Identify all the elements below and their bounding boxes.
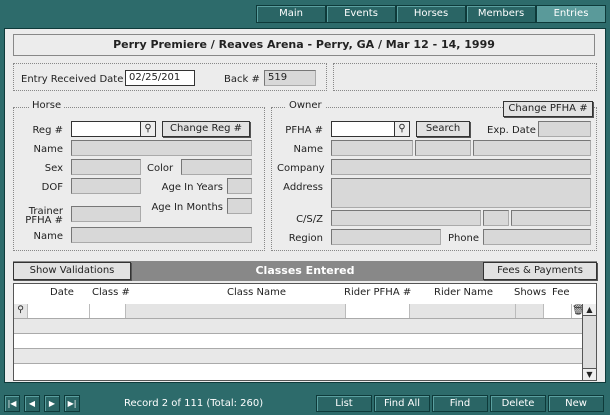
fees-payments-button[interactable]: Fees & Payments bbox=[483, 262, 597, 280]
reg-number-input[interactable] bbox=[71, 121, 141, 137]
record-status: Record 2 of 111 (Total: 260) bbox=[124, 398, 264, 409]
owner-pfha-label: PFHA # bbox=[285, 125, 323, 136]
horse-name-label: Name bbox=[33, 144, 63, 155]
region-field[interactable] bbox=[331, 229, 441, 245]
tab-main[interactable]: Main bbox=[256, 5, 326, 23]
tab-horses[interactable]: Horses bbox=[396, 5, 466, 23]
owner-last-name-field[interactable] bbox=[473, 140, 591, 156]
last-record-icon[interactable]: ▶| bbox=[64, 395, 80, 412]
table-row[interactable] bbox=[14, 364, 582, 380]
phone-field[interactable] bbox=[483, 229, 591, 245]
col-fee-header: Fee bbox=[552, 287, 570, 298]
next-record-icon[interactable]: ▶ bbox=[44, 395, 60, 412]
address-field[interactable] bbox=[331, 178, 591, 208]
col-class-name-header: Class Name bbox=[227, 287, 286, 298]
col-class-number-header: Class # bbox=[92, 287, 130, 298]
age-months-field[interactable] bbox=[227, 198, 252, 214]
date-cell[interactable] bbox=[28, 304, 90, 318]
table-row[interactable]: ⚲ 🗑 bbox=[14, 304, 585, 319]
top-nav-bar: Main Events Horses Members Entries bbox=[0, 0, 610, 26]
phone-label: Phone bbox=[448, 233, 479, 244]
trainer-name-label: Name bbox=[33, 231, 63, 242]
classes-header-bar: Show Validations Classes Entered Fees & … bbox=[13, 261, 597, 281]
exp-date-label: Exp. Date bbox=[487, 125, 536, 136]
find-all-button[interactable]: Find All bbox=[374, 395, 430, 412]
owner-search-icon[interactable]: ⚲ bbox=[394, 121, 410, 137]
table-row[interactable] bbox=[14, 334, 582, 349]
table-row[interactable] bbox=[14, 319, 582, 334]
age-months-label: Age In Months bbox=[151, 202, 223, 213]
company-field[interactable] bbox=[331, 159, 591, 175]
horse-legend: Horse bbox=[29, 100, 65, 111]
scroll-up-icon[interactable]: ▲ bbox=[583, 304, 596, 316]
new-button[interactable]: New bbox=[548, 395, 604, 412]
back-number-field[interactable]: 519 bbox=[264, 70, 316, 86]
grid-scrollbar[interactable]: ▲ ▼ bbox=[582, 304, 596, 380]
scroll-down-icon[interactable]: ▼ bbox=[583, 368, 596, 380]
owner-name-label: Name bbox=[293, 144, 323, 155]
owner-first-name-field[interactable] bbox=[331, 140, 413, 156]
row-search-icon[interactable]: ⚲ bbox=[14, 304, 28, 318]
change-reg-button[interactable]: Change Reg # bbox=[162, 121, 250, 137]
rider-pfha-cell[interactable] bbox=[346, 304, 410, 318]
trainer-name-field[interactable] bbox=[71, 227, 252, 243]
fee-cell[interactable] bbox=[544, 304, 572, 318]
entry-notes-box bbox=[333, 63, 597, 91]
col-rider-pfha-header: Rider PFHA # bbox=[344, 287, 412, 298]
age-years-label: Age In Years bbox=[161, 182, 223, 193]
record-nav-bar: |◀ ◀ ▶ ▶| Record 2 of 111 (Total: 260) L… bbox=[0, 392, 610, 415]
csz-label: C/S/Z bbox=[296, 214, 323, 225]
classes-entered-title: Classes Entered bbox=[255, 264, 355, 277]
find-button[interactable]: Find bbox=[432, 395, 488, 412]
owner-legend: Owner bbox=[286, 100, 325, 111]
change-pfha-button[interactable]: Change PFHA # bbox=[503, 101, 593, 117]
first-record-icon[interactable]: |◀ bbox=[4, 395, 20, 412]
owner-middle-name-field[interactable] bbox=[415, 140, 471, 156]
prev-record-icon[interactable]: ◀ bbox=[24, 395, 40, 412]
event-title: Perry Premiere / Reaves Arena - Perry, G… bbox=[13, 34, 595, 56]
entry-form-panel: Perry Premiere / Reaves Arena - Perry, G… bbox=[4, 28, 606, 383]
dof-field[interactable] bbox=[71, 178, 141, 194]
owner-pfha-input[interactable] bbox=[331, 121, 395, 137]
show-validations-button[interactable]: Show Validations bbox=[13, 262, 131, 280]
delete-button[interactable]: Delete bbox=[490, 395, 546, 412]
sex-label: Sex bbox=[44, 163, 63, 174]
exp-date-field[interactable] bbox=[538, 121, 591, 137]
table-row[interactable] bbox=[14, 349, 582, 364]
class-name-cell bbox=[126, 304, 346, 318]
reg-label: Reg # bbox=[32, 125, 63, 136]
shows-cell bbox=[516, 304, 544, 318]
dof-label: DOF bbox=[41, 182, 63, 193]
trainer-pfha-field[interactable] bbox=[71, 206, 141, 222]
sex-field[interactable] bbox=[71, 159, 141, 175]
classes-grid: Date Class # Class Name Rider PFHA # Rid… bbox=[13, 283, 597, 381]
tab-entries[interactable]: Entries bbox=[536, 5, 606, 23]
rider-name-cell bbox=[410, 304, 516, 318]
entry-received-date-input[interactable]: 02/25/201 bbox=[125, 70, 195, 86]
company-label: Company bbox=[277, 163, 325, 174]
zip-field[interactable] bbox=[511, 210, 591, 226]
tab-members[interactable]: Members bbox=[466, 5, 536, 23]
region-label: Region bbox=[288, 233, 323, 244]
trainer-pfha-label: PFHA # bbox=[25, 215, 63, 226]
col-date-header: Date bbox=[50, 287, 74, 298]
owner-search-button[interactable]: Search bbox=[416, 121, 470, 137]
col-rider-name-header: Rider Name bbox=[434, 287, 494, 298]
class-number-cell[interactable] bbox=[90, 304, 126, 318]
entry-received-label: Entry Received Date bbox=[21, 74, 124, 85]
reg-search-icon[interactable]: ⚲ bbox=[140, 121, 156, 137]
state-field[interactable] bbox=[483, 210, 509, 226]
back-number-label: Back # bbox=[224, 74, 260, 85]
tab-events[interactable]: Events bbox=[326, 5, 396, 23]
color-label: Color bbox=[147, 163, 174, 174]
city-field[interactable] bbox=[331, 210, 481, 226]
list-button[interactable]: List bbox=[316, 395, 372, 412]
col-shows-header: Shows bbox=[514, 287, 547, 298]
address-label: Address bbox=[283, 182, 323, 193]
horse-name-field[interactable] bbox=[71, 140, 252, 156]
age-years-field[interactable] bbox=[227, 178, 252, 194]
color-field[interactable] bbox=[181, 159, 252, 175]
